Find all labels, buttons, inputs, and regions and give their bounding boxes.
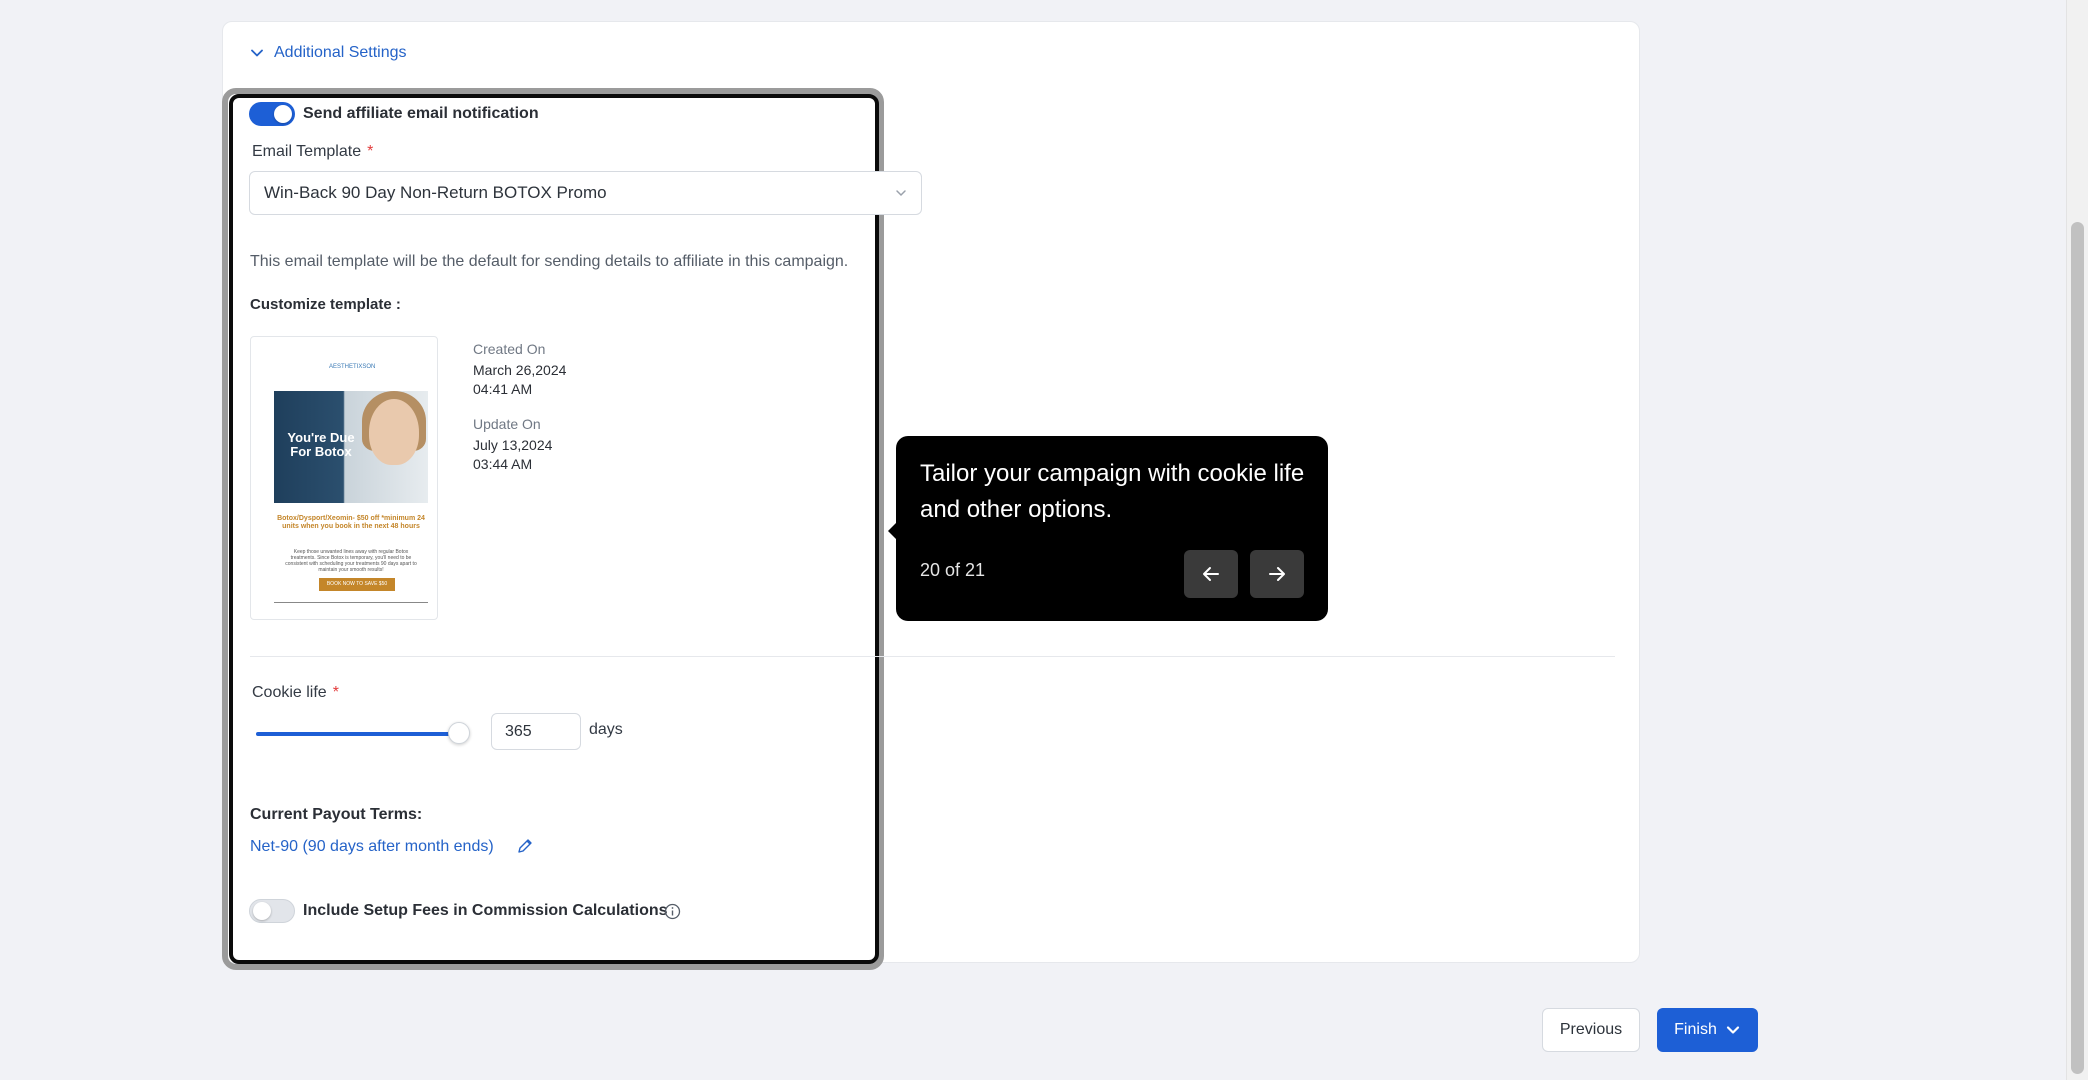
email-template-value: Win-Back 90 Day Non-Return BOTOX Promo <box>264 183 607 202</box>
created-on-label: Created On <box>473 341 546 357</box>
page-scrollbar[interactable] <box>2066 0 2088 1080</box>
tour-tooltip: Tailor your campaign with cookie life an… <box>896 436 1328 621</box>
email-template-select[interactable]: Win-Back 90 Day Non-Return BOTOX Promo <box>249 171 922 215</box>
payout-terms-label: Current Payout Terms: <box>250 806 423 823</box>
preview-divider <box>274 602 428 603</box>
cookie-life-slider-handle[interactable] <box>448 722 470 744</box>
info-icon[interactable] <box>664 903 681 920</box>
cookie-life-input[interactable]: 365 <box>491 713 581 750</box>
arrow-left-icon <box>1203 567 1219 581</box>
toggle-knob <box>274 105 292 123</box>
cookie-life-unit: days <box>589 721 623 738</box>
preview-body: Keep those unwanted lines away with regu… <box>285 549 417 573</box>
previous-button[interactable]: Previous <box>1542 1008 1640 1052</box>
preview-headline: You're Due For Botox <box>287 430 355 459</box>
created-on-time: 04:41 AM <box>473 381 533 397</box>
chevron-down-icon <box>251 49 263 57</box>
cookie-life-label: Cookie life * <box>252 684 339 701</box>
section-divider <box>250 656 1615 657</box>
template-preview[interactable]: AESTHETIXSON You're Due For Botox Botox/… <box>250 336 438 620</box>
finish-button[interactable]: Finish <box>1657 1008 1758 1052</box>
chevron-down-icon <box>1726 1026 1739 1034</box>
email-template-help: This email template will be the default … <box>250 253 849 270</box>
payout-terms-link[interactable]: Net-90 (90 days after month ends) <box>250 838 494 856</box>
chevron-down-icon <box>896 190 906 197</box>
updated-on-date: July 13,2024 <box>473 437 553 453</box>
preview-face <box>369 399 419 465</box>
tour-next-button[interactable] <box>1250 550 1304 598</box>
tour-previous-button[interactable] <box>1184 550 1238 598</box>
pencil-icon[interactable] <box>516 837 534 855</box>
preview-hero-image: You're Due For Botox <box>274 391 428 503</box>
cookie-life-slider-track[interactable] <box>256 732 460 736</box>
tour-tooltip-text: Tailor your campaign with cookie life an… <box>920 460 1305 523</box>
preview-cta: BOOK NOW TO SAVE $50 <box>319 578 395 591</box>
updated-on-label: Update On <box>473 416 541 432</box>
toggle-knob <box>253 902 271 920</box>
setup-fees-label: Include Setup Fees in Commission Calcula… <box>303 902 668 919</box>
email-template-label: Email Template * <box>252 143 374 160</box>
preview-promo: Botox/Dysport/Xeomin- $50 off *minimum 2… <box>277 515 425 530</box>
additional-settings-label: Additional Settings <box>274 44 407 61</box>
setup-fees-toggle[interactable] <box>249 899 295 923</box>
scrollbar-thumb[interactable] <box>2071 222 2084 1074</box>
affiliate-email-label: Send affiliate email notification <box>303 105 539 122</box>
finish-button-label: Finish <box>1674 1021 1717 1038</box>
tour-step-counter: 20 of 21 <box>920 560 986 580</box>
additional-settings-toggle[interactable]: Additional Settings <box>250 44 407 62</box>
brand-logo: AESTHETIXSON <box>329 364 376 370</box>
previous-button-label: Previous <box>1559 1021 1623 1038</box>
affiliate-email-toggle[interactable] <box>249 102 295 126</box>
updated-on-time: 03:44 AM <box>473 456 533 472</box>
customize-template-label: Customize template : <box>250 296 401 313</box>
arrow-right-icon <box>1269 567 1285 581</box>
created-on-date: March 26,2024 <box>473 362 567 378</box>
